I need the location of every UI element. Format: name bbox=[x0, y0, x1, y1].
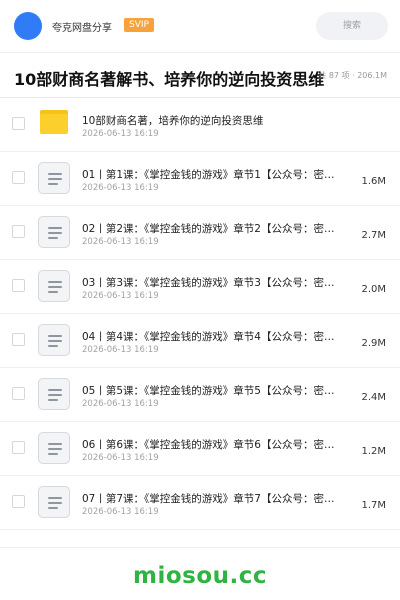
file-name: 05丨第5课：《掌控金钱的游戏》章节5【公众号：密… bbox=[82, 385, 335, 397]
file-row[interactable]: 01丨第1课：《掌控金钱的游戏》章节1【公众号：密… 2026-06-13 16… bbox=[0, 152, 400, 206]
row-checkbox[interactable] bbox=[12, 441, 25, 454]
file-name: 02丨第2课：《掌控金钱的游戏》章节2【公众号：密… bbox=[82, 223, 335, 235]
row-checkbox[interactable] bbox=[12, 171, 25, 184]
folder-date: 2026-06-13 16:19 bbox=[82, 129, 159, 139]
file-size: 1.2M bbox=[361, 446, 386, 457]
file-size: 2.0M bbox=[361, 284, 386, 295]
file-row[interactable]: 05丨第5课：《掌控金钱的游戏》章节5【公众号：密… 2026-06-13 16… bbox=[0, 368, 400, 422]
row-checkbox[interactable] bbox=[12, 495, 25, 508]
avatar[interactable] bbox=[14, 12, 42, 40]
file-size: 2.7M bbox=[361, 230, 386, 241]
file-list: 10部财商名著，培养你的逆向投资思维 2026-06-13 16:19 01丨第… bbox=[0, 98, 400, 530]
file-size: 1.7M bbox=[361, 500, 386, 511]
folder-icon bbox=[40, 110, 68, 134]
watermark-text: miosou.cc bbox=[132, 563, 268, 589]
row-checkbox[interactable] bbox=[12, 225, 25, 238]
file-row[interactable]: 04丨第4课：《掌控金钱的游戏》章节4【公众号：密… 2026-06-13 16… bbox=[0, 314, 400, 368]
title-row: 10部财商名著解书、培养你的逆向投资思维 共 87 项 · 206.1M bbox=[0, 53, 400, 97]
file-name: 04丨第4课：《掌控金钱的游戏》章节4【公众号：密… bbox=[82, 331, 335, 343]
file-date: 2026-06-13 16:19 bbox=[82, 291, 159, 301]
file-name: 03丨第3课：《掌控金钱的游戏》章节3【公众号：密… bbox=[82, 277, 335, 289]
file-date: 2026-06-13 16:19 bbox=[82, 507, 159, 517]
row-checkbox[interactable] bbox=[12, 333, 25, 346]
top-bar: 夸克网盘分享 SVIP 搜索 bbox=[0, 0, 400, 52]
row-checkbox[interactable] bbox=[12, 387, 25, 400]
file-name: 06丨第6课：《掌控金钱的游戏》章节6【公众号：密… bbox=[82, 439, 335, 451]
document-icon bbox=[38, 378, 70, 410]
document-icon bbox=[38, 216, 70, 248]
document-icon bbox=[38, 486, 70, 518]
row-checkbox[interactable] bbox=[12, 279, 25, 292]
file-date: 2026-06-13 16:19 bbox=[82, 453, 159, 463]
row-checkbox[interactable] bbox=[12, 117, 25, 130]
item-count-meta: 共 87 项 · 206.1M bbox=[318, 71, 387, 80]
file-name: 07丨第7课：《掌控金钱的游戏》章节7【公众号：密… bbox=[82, 493, 335, 505]
file-date: 2026-06-13 16:19 bbox=[82, 183, 159, 193]
file-row[interactable]: 06丨第6课：《掌控金钱的游戏》章节6【公众号：密… 2026-06-13 16… bbox=[0, 422, 400, 476]
folder-name: 10部财商名著，培养你的逆向投资思维 bbox=[82, 115, 264, 127]
document-icon bbox=[38, 162, 70, 194]
file-date: 2026-06-13 16:19 bbox=[82, 345, 159, 355]
folder-row[interactable]: 10部财商名著，培养你的逆向投资思维 2026-06-13 16:19 bbox=[0, 98, 400, 152]
file-size: 2.4M bbox=[361, 392, 386, 403]
file-name: 01丨第1课：《掌控金钱的游戏》章节1【公众号：密… bbox=[82, 169, 335, 181]
file-date: 2026-06-13 16:19 bbox=[82, 399, 159, 409]
file-row[interactable]: 07丨第7课：《掌控金钱的游戏》章节7【公众号：密… 2026-06-13 16… bbox=[0, 476, 400, 530]
footer-divider bbox=[0, 547, 400, 548]
file-date: 2026-06-13 16:19 bbox=[82, 237, 159, 247]
document-icon bbox=[38, 270, 70, 302]
file-size: 2.9M bbox=[361, 338, 386, 349]
page-title: 10部财商名著解书、培养你的逆向投资思维 bbox=[14, 70, 325, 89]
file-row[interactable]: 02丨第2课：《掌控金钱的游戏》章节2【公众号：密… 2026-06-13 16… bbox=[0, 206, 400, 260]
svip-badge: SVIP bbox=[124, 18, 154, 32]
app-name: 夸克网盘分享 bbox=[52, 23, 112, 34]
search-button[interactable]: 搜索 bbox=[316, 12, 388, 40]
document-icon bbox=[38, 324, 70, 356]
document-icon bbox=[38, 432, 70, 464]
file-row[interactable]: 03丨第3课：《掌控金钱的游戏》章节3【公众号：密… 2026-06-13 16… bbox=[0, 260, 400, 314]
file-size: 1.6M bbox=[361, 176, 386, 187]
